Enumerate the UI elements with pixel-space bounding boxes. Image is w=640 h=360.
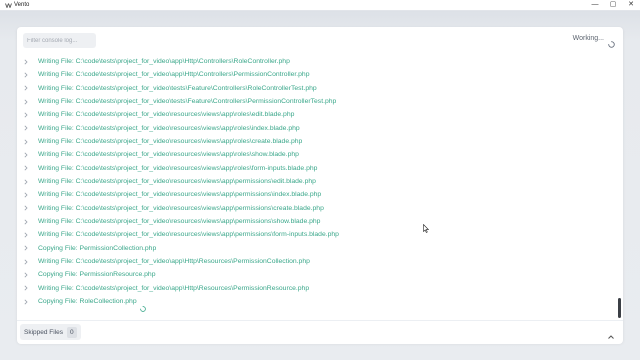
log-entry[interactable]: Copying File: PermissionResource.php	[23, 268, 611, 281]
spinner-icon	[139, 299, 146, 312]
status-indicator: Working...	[572, 35, 615, 48]
minimize-button[interactable]: —	[586, 0, 604, 10]
chevron-right-icon[interactable]	[23, 125, 29, 131]
log-entry-text: Writing File: C:\code\tests\project_for_…	[38, 138, 303, 146]
log-entry-text: Writing File: C:\code\tests\project_for_…	[38, 84, 317, 92]
log-entry[interactable]: Writing File: C:\code\tests\project_for_…	[23, 55, 611, 68]
log-entry[interactable]: Writing File: C:\code\tests\project_for_…	[23, 215, 611, 228]
footer-bar: Skipped Files 0	[17, 320, 623, 344]
window-title: Vento	[14, 2, 30, 8]
chevron-right-icon[interactable]	[23, 272, 29, 278]
log-entry[interactable]: Writing File: C:\code\tests\project_for_…	[23, 135, 611, 148]
log-entry[interactable]: Writing File: C:\code\tests\project_for_…	[23, 148, 611, 161]
skipped-files-label: Skipped Files	[24, 328, 64, 336]
log-entry[interactable]: Writing File: C:\code\tests\project_for_…	[23, 95, 611, 108]
chevron-right-icon[interactable]	[23, 179, 29, 185]
vento-logo-icon	[4, 1, 12, 9]
log-entry[interactable]: Writing File: C:\code\tests\project_for_…	[23, 82, 611, 95]
log-entry-text: Writing File: C:\code\tests\project_for_…	[38, 204, 324, 212]
title-bar: Vento — ▢ ✕	[0, 0, 640, 11]
log-entry[interactable]: Writing File: C:\code\tests\project_for_…	[23, 122, 611, 135]
chevron-right-icon[interactable]	[23, 165, 29, 171]
log-entry[interactable]: Writing File: C:\code\tests\project_for_…	[23, 188, 611, 201]
log-scrollbar[interactable]	[618, 298, 621, 318]
chevron-right-icon[interactable]	[23, 192, 29, 198]
log-entry[interactable]: Writing File: C:\code\tests\project_for_…	[23, 68, 611, 81]
console-log-list: Writing File: C:\code\tests\project_for_…	[23, 55, 611, 312]
log-entry-text: Writing File: C:\code\tests\project_for_…	[38, 231, 339, 239]
log-entry[interactable]: Writing File: C:\code\tests\project_for_…	[23, 108, 611, 121]
log-entry[interactable]: Copying File: RoleCollection.php	[23, 295, 611, 312]
log-entry-text: Writing File: C:\code\tests\project_for_…	[38, 71, 310, 79]
mouse-cursor-icon	[423, 220, 430, 233]
log-entry[interactable]: Writing File: C:\code\tests\project_for_…	[23, 228, 611, 241]
log-entry-text: Writing File: C:\code\tests\project_for_…	[38, 151, 299, 159]
skipped-files-button[interactable]: Skipped Files 0	[20, 324, 81, 340]
log-entry-text: Writing File: C:\code\tests\project_for_…	[38, 258, 310, 266]
console-panel: Working... Writing File: C:\code\tests\p…	[17, 27, 623, 344]
close-button[interactable]: ✕	[622, 0, 640, 10]
chevron-right-icon[interactable]	[23, 299, 29, 305]
log-entry-text: Writing File: C:\code\tests\project_for_…	[38, 124, 300, 132]
log-entry-text: Copying File: PermissionCollection.php	[38, 244, 157, 252]
chevron-right-icon[interactable]	[23, 219, 29, 225]
log-entry[interactable]: Writing File: C:\code\tests\project_for_…	[23, 255, 611, 268]
log-entry[interactable]: Copying File: PermissionCollection.php	[23, 242, 611, 255]
log-entry-text: Writing File: C:\code\tests\project_for_…	[38, 191, 322, 199]
chevron-right-icon[interactable]	[23, 99, 29, 105]
log-entry-text: Writing File: C:\code\tests\project_for_…	[38, 284, 310, 292]
log-entry[interactable]: Writing File: C:\code\tests\project_for_…	[23, 202, 611, 215]
chevron-right-icon[interactable]	[23, 85, 29, 91]
chevron-right-icon[interactable]	[23, 245, 29, 251]
chevron-right-icon[interactable]	[23, 72, 29, 78]
chevron-right-icon[interactable]	[23, 232, 29, 238]
chevron-right-icon[interactable]	[23, 259, 29, 265]
log-entry-text: Writing File: C:\code\tests\project_for_…	[38, 58, 290, 66]
maximize-button[interactable]: ▢	[604, 0, 622, 10]
log-entry-text: Writing File: C:\code\tests\project_for_…	[38, 164, 318, 172]
log-entry-text: Copying File: RoleCollection.php	[38, 298, 137, 306]
log-entry[interactable]: Writing File: C:\code\tests\project_for_…	[23, 162, 611, 175]
filter-console-input[interactable]	[23, 33, 96, 48]
log-entry[interactable]: Writing File: C:\code\tests\project_for_…	[23, 282, 611, 295]
skipped-files-count: 0	[67, 326, 77, 338]
spinner-icon	[608, 35, 615, 48]
chevron-right-icon[interactable]	[23, 59, 29, 65]
window-controls: — ▢ ✕	[586, 0, 640, 10]
log-entry-text: Copying File: PermissionResource.php	[38, 271, 156, 279]
log-entry[interactable]: Writing File: C:\code\tests\project_for_…	[23, 175, 611, 188]
log-entry-text: Writing File: C:\code\tests\project_for_…	[38, 218, 321, 226]
chevron-right-icon[interactable]	[23, 139, 29, 145]
chevron-right-icon[interactable]	[23, 152, 29, 158]
chevron-right-icon[interactable]	[23, 112, 29, 118]
log-entry-text: Writing File: C:\code\tests\project_for_…	[38, 178, 316, 186]
chevron-up-icon[interactable]	[607, 328, 615, 339]
log-entry-text: Writing File: C:\code\tests\project_for_…	[38, 111, 295, 119]
log-entry-text: Writing File: C:\code\tests\project_for_…	[38, 98, 337, 106]
chevron-right-icon[interactable]	[23, 285, 29, 291]
chevron-right-icon[interactable]	[23, 205, 29, 211]
status-text: Working...	[572, 35, 604, 42]
